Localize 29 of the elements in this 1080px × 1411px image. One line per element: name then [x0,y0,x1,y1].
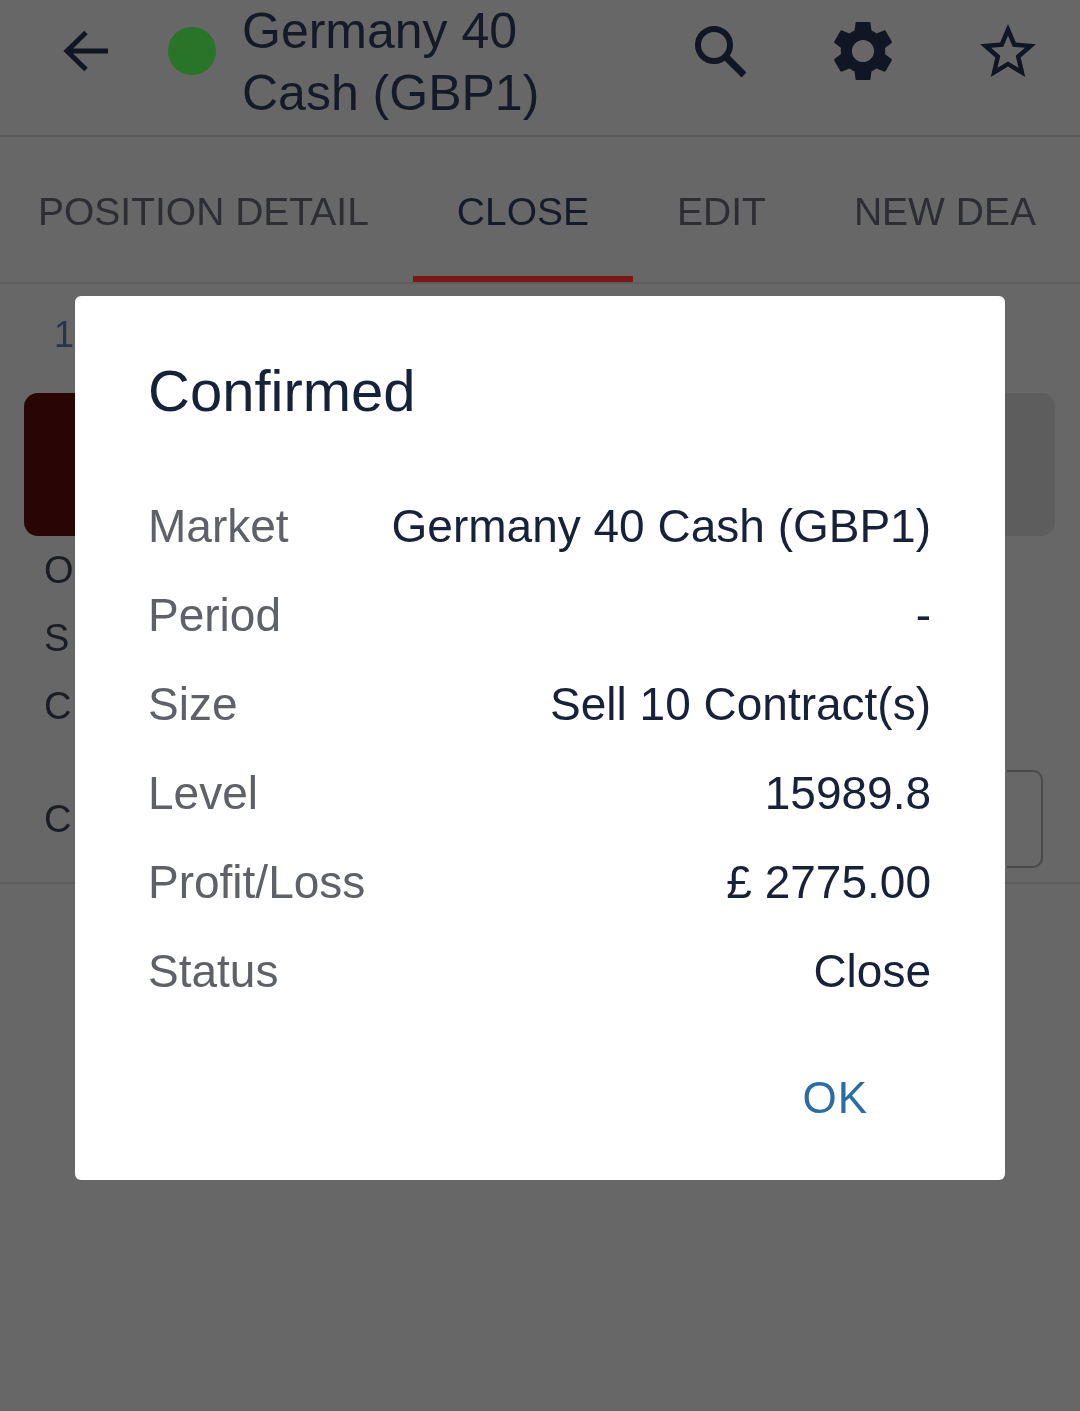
row-label: C [44,797,72,841]
star-icon[interactable] [980,24,1036,77]
dialog-title: Confirmed [148,357,417,425]
section-text: 1 [54,315,75,355]
input-field[interactable] [1007,770,1043,868]
detail-value: Germany 40 Cash (GBP1) [390,499,931,554]
row-label: O [44,548,74,592]
market-title: Germany 40 Cash (GBP1) [242,2,541,123]
settings-icon[interactable] [834,21,892,80]
tab[interactable]: EDIT [633,137,810,282]
tab[interactable]: NEW DEA [809,137,1036,282]
detail-label: Size [148,677,239,732]
detail-label: Period [148,588,282,643]
detail-label: Level [148,766,259,821]
row-label: C [44,684,72,728]
detail-label: Profit/Loss [148,855,366,910]
detail-value: Sell 10 Contract(s) [549,677,931,732]
detail-label: Market [148,499,290,554]
ok-button[interactable]: OK [772,1058,898,1138]
detail-label: Status [148,944,280,999]
detail-value: Close [812,944,931,999]
detail-value: - [914,588,931,643]
detail-value: £ 2775.00 [725,855,931,910]
search-icon[interactable] [694,24,746,77]
status-dot-icon [168,26,216,75]
detail-value: 15989.8 [763,766,931,821]
row-label: S [44,616,70,660]
tab[interactable]: POSITION DETAIL [0,137,413,282]
tab[interactable]: CLOSE [412,137,634,282]
